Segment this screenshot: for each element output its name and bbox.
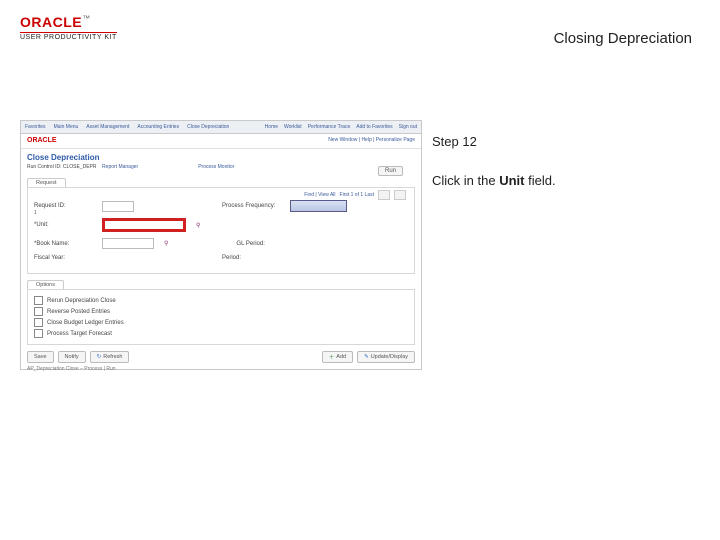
nav-link[interactable]: Add to Favorites bbox=[356, 124, 392, 130]
window-links[interactable]: New Window | Help | Personalize Page bbox=[328, 137, 415, 143]
chk-budget-label: Close Budget Ledger Entries bbox=[47, 320, 124, 326]
chk-reverse[interactable] bbox=[34, 307, 43, 316]
form-title: Close Depreciation bbox=[21, 149, 421, 162]
app-brand: ORACLE bbox=[27, 137, 57, 144]
fiscal-year-label: Fiscal Year: bbox=[34, 255, 94, 261]
screenshot-panel: Favorites Main Menu Asset Management Acc… bbox=[20, 120, 422, 370]
process-monitor-link[interactable]: Process Monitor bbox=[198, 164, 234, 170]
update-icon: ✎ bbox=[364, 354, 369, 360]
chk-rerun[interactable] bbox=[34, 296, 43, 305]
add-button[interactable]: ＋Add bbox=[322, 351, 353, 363]
refresh-button[interactable]: ↻Refresh bbox=[90, 351, 130, 363]
process-frequency-select[interactable] bbox=[290, 200, 347, 212]
crumb-item[interactable]: Asset Management bbox=[86, 124, 129, 130]
request-panel: Find | View All First 1 of 1 Last Reques… bbox=[27, 187, 415, 274]
nav-link[interactable]: Sign out bbox=[399, 124, 417, 130]
instruction-text: Click in the Unit field. bbox=[432, 173, 682, 188]
run-control-label: Run Control ID: bbox=[27, 164, 61, 170]
run-control-value: CLOSE_DEPR bbox=[63, 164, 97, 170]
breadcrumb-bar: Favorites Main Menu Asset Management Acc… bbox=[21, 121, 421, 134]
run-button[interactable]: Run bbox=[378, 166, 403, 176]
brand-name: ORACLE bbox=[20, 14, 82, 30]
unit-label: *Unit: bbox=[34, 222, 94, 228]
page-title: Closing Depreciation bbox=[554, 30, 692, 47]
crumb-item[interactable]: Close Depreciation bbox=[187, 124, 229, 130]
add-row-button[interactable] bbox=[378, 190, 390, 200]
find-link[interactable]: Find | View All bbox=[304, 192, 335, 198]
chk-forecast[interactable] bbox=[34, 329, 43, 338]
tm-mark: ™ bbox=[82, 14, 90, 23]
delete-row-button[interactable] bbox=[394, 190, 406, 200]
chk-reverse-label: Reverse Posted Entries bbox=[47, 309, 110, 315]
book-name-input[interactable] bbox=[102, 238, 154, 249]
period-label: Period: bbox=[222, 255, 282, 261]
book-name-label: *Book Name: bbox=[34, 241, 94, 247]
save-button[interactable]: Save bbox=[27, 351, 54, 363]
brand-subtitle: USER PRODUCTIVITY KIT bbox=[20, 32, 117, 41]
unit-lookup-icon[interactable]: ⚲ bbox=[196, 222, 200, 229]
crumb-item[interactable]: Favorites bbox=[25, 124, 46, 130]
brand-logo: ORACLE™ USER PRODUCTIVITY KIT bbox=[20, 14, 117, 41]
refresh-icon: ↻ bbox=[97, 354, 102, 360]
tab-request[interactable]: Request bbox=[27, 178, 66, 187]
page-nav: First 1 of 1 Last bbox=[340, 192, 374, 198]
update-display-button[interactable]: ✎Update/Display bbox=[357, 351, 415, 363]
process-frequency-label: Process Frequency: bbox=[222, 203, 282, 209]
plus-icon: ＋ bbox=[329, 353, 335, 361]
step-label: Step 12 bbox=[432, 134, 682, 149]
book-lookup-icon[interactable]: ⚲ bbox=[164, 240, 168, 247]
report-manager-link[interactable]: Report Manager bbox=[102, 164, 138, 170]
notify-button[interactable]: Notify bbox=[58, 351, 86, 363]
footer-text: AP_Depreciation Close – Process | Run bbox=[27, 366, 415, 372]
request-id-input[interactable] bbox=[102, 201, 134, 212]
chk-rerun-label: Rerun Depreciation Close bbox=[47, 298, 116, 304]
chk-forecast-label: Process Target Forecast bbox=[47, 331, 112, 337]
crumb-item[interactable]: Accounting Entries bbox=[137, 124, 179, 130]
nav-link[interactable]: Home bbox=[265, 124, 278, 130]
unit-field[interactable] bbox=[102, 218, 186, 232]
crumb-item[interactable]: Main Menu bbox=[54, 124, 79, 130]
nav-link[interactable]: Performance Trace bbox=[308, 124, 351, 130]
gl-period-label: GL Period: bbox=[236, 241, 296, 247]
request-id-label: Request ID: bbox=[34, 203, 94, 209]
nav-link[interactable]: Worklist bbox=[284, 124, 302, 130]
tab-options[interactable]: Options bbox=[27, 280, 64, 289]
chk-budget[interactable] bbox=[34, 318, 43, 327]
request-id-value: 1 bbox=[34, 210, 37, 216]
